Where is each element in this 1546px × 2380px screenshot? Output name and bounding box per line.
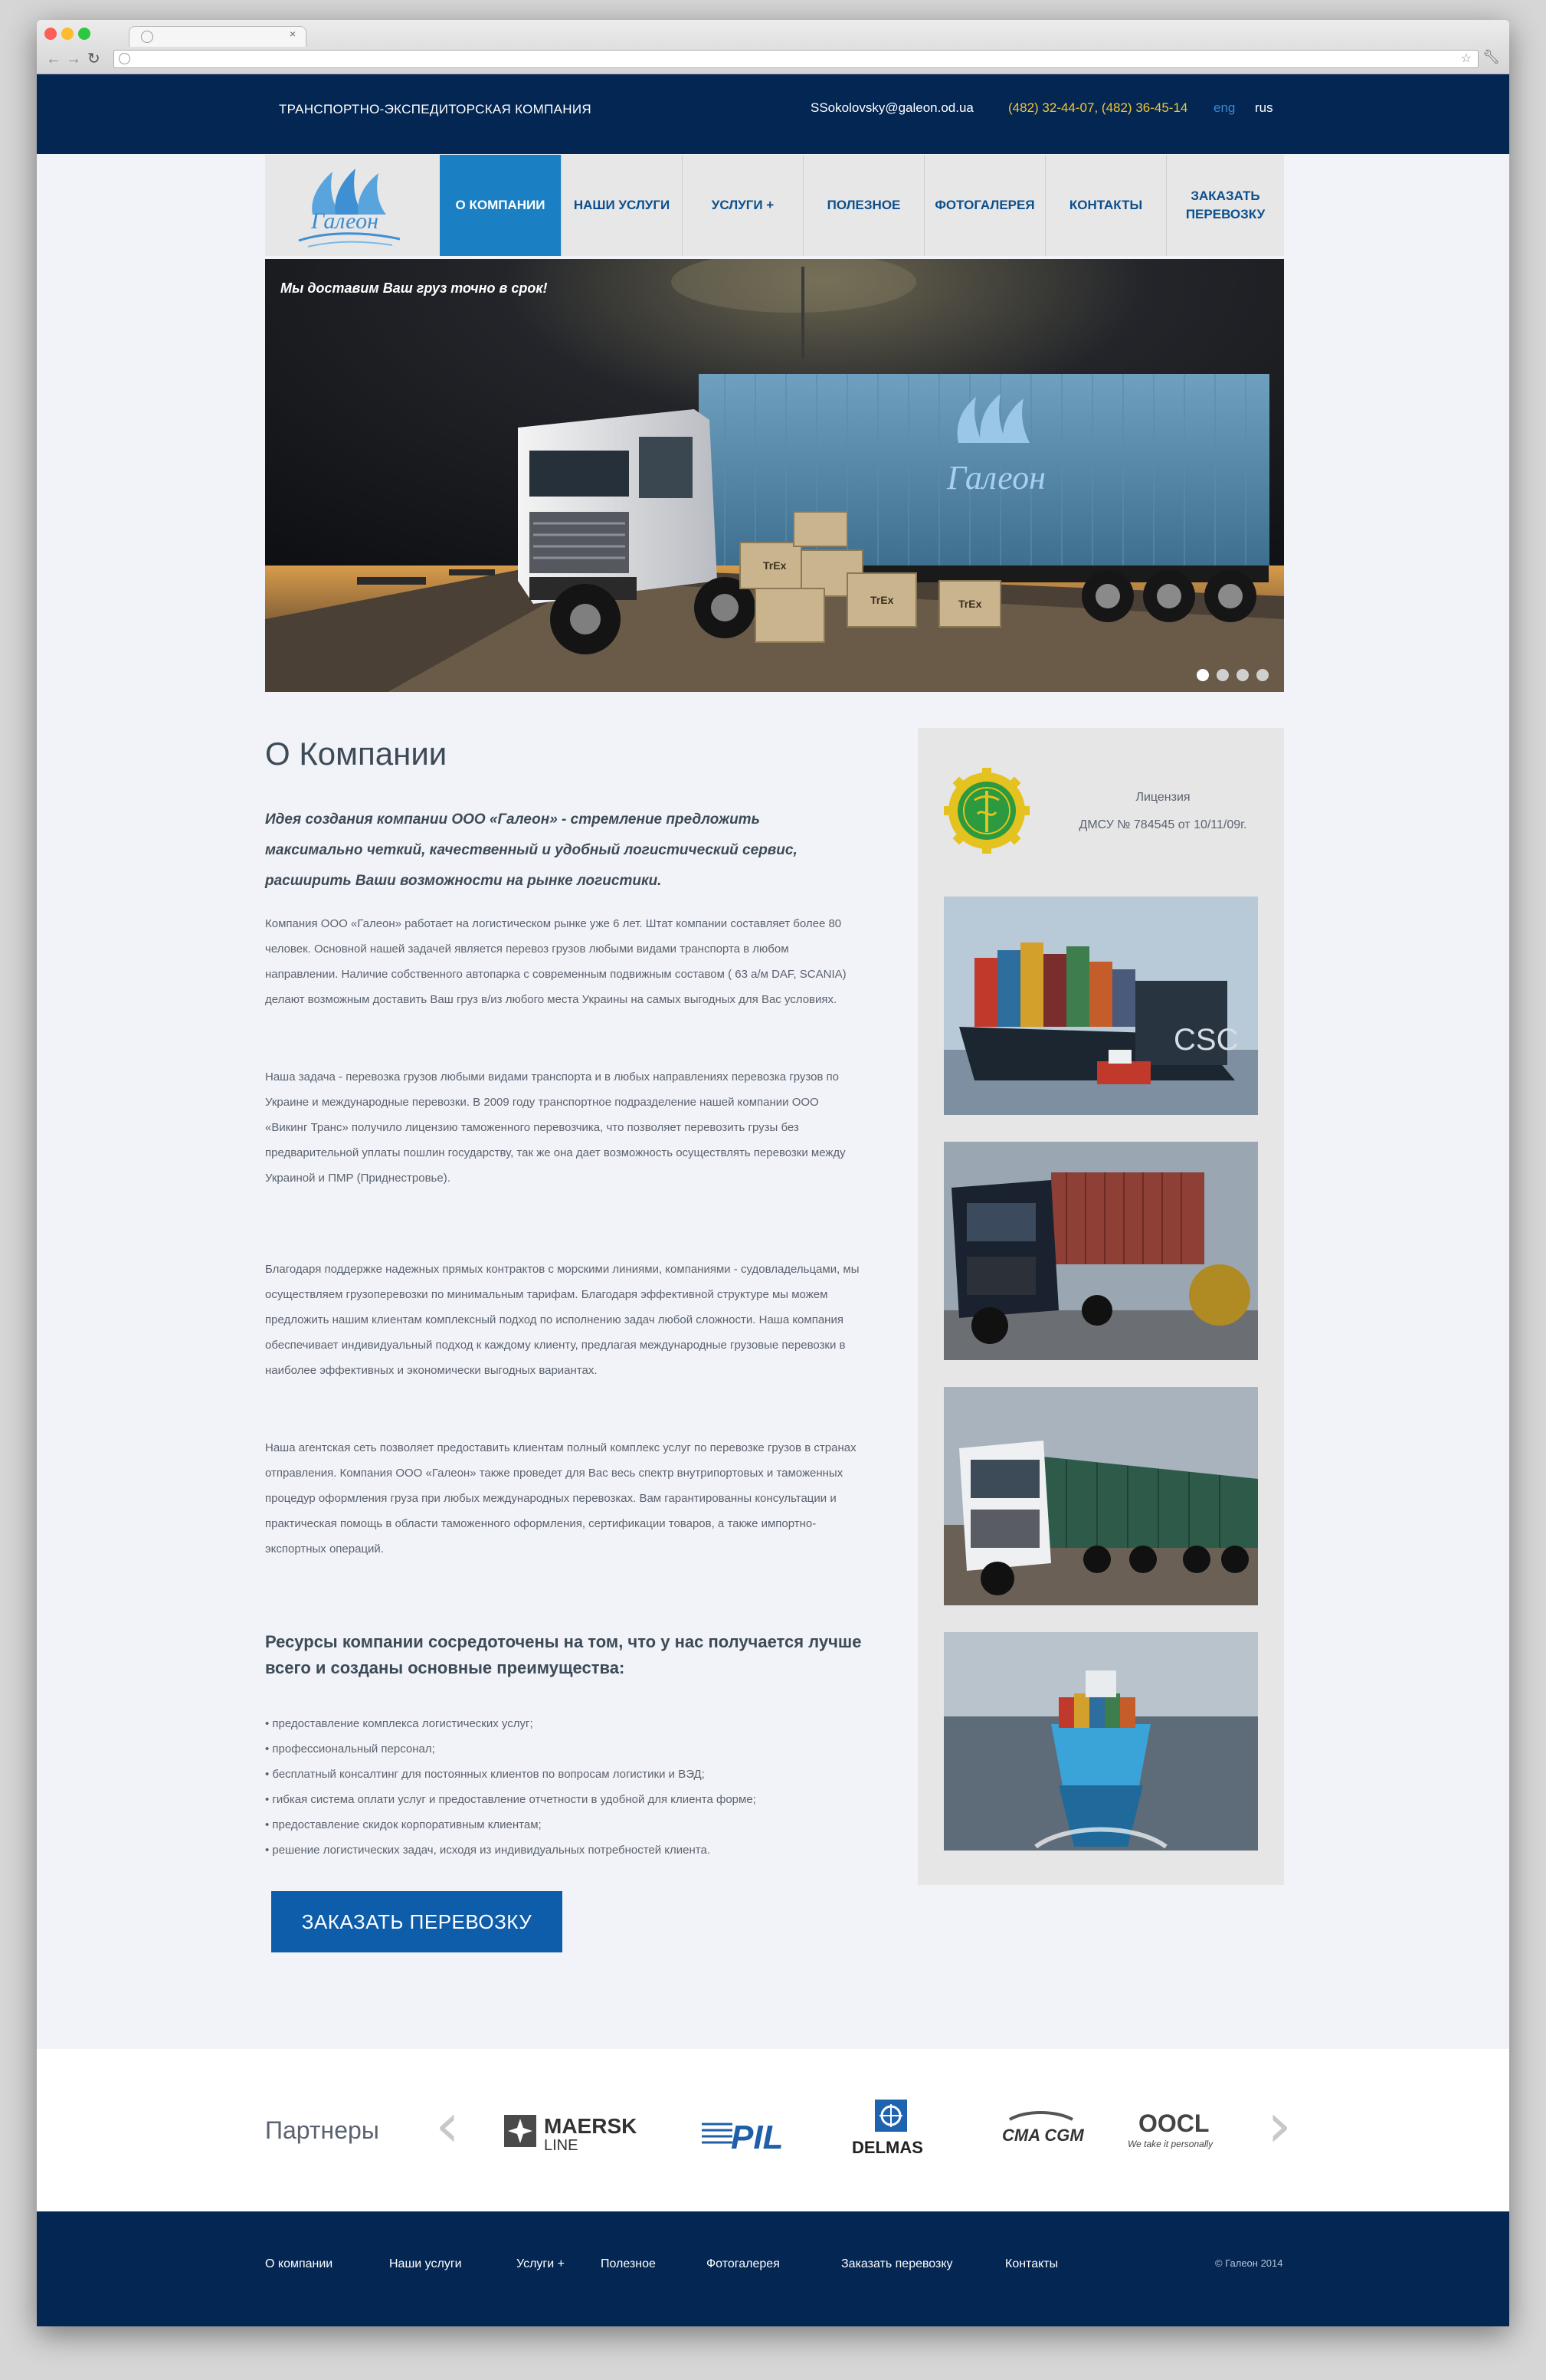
footer-link-order[interactable]: Заказать перевозку — [841, 2257, 953, 2271]
body-paragraph: Наша агентская сеть позволяет предостави… — [265, 1441, 857, 1556]
delmas-text: DELMAS — [852, 2138, 923, 2157]
company-logo[interactable]: Галеон — [265, 155, 440, 256]
footer: О компании Наши услуги Услуги + Полезное… — [37, 2211, 1509, 2326]
maersk-line-text: LINE — [544, 2137, 578, 2154]
body-paragraph: Компания ООО «Галеон» работает на логист… — [265, 917, 847, 1006]
lead-paragraph: Идея создания компании ООО «Галеон» - ст… — [265, 811, 798, 889]
ship-at-sea-photo[interactable] — [944, 1632, 1258, 1851]
container-logo-text: Галеон — [946, 459, 1046, 497]
logo-text: Галеон — [311, 208, 378, 234]
phone-numbers: (482) 32-44-07, (482) 36-45-14 — [1008, 100, 1188, 115]
copyright: © Галеон 2014 — [1215, 2257, 1283, 2269]
nav-our-services[interactable]: НАШИ УСЛУГИ — [561, 155, 682, 256]
hero-truck-image: Галеон TrEx TrEx TrEx — [265, 259, 1284, 692]
sidebar: Лицензия ДМСУ № 784545 от 10/11/09г. CSC — [918, 728, 1284, 1885]
license-emblem-icon — [944, 768, 1030, 854]
partner-logo-oocl[interactable]: OOCL We take it personally — [1117, 2093, 1240, 2162]
slider-dot[interactable] — [1197, 669, 1209, 681]
partners-next-arrow[interactable]: › — [1267, 2095, 1292, 2156]
page-title: О Компании — [265, 736, 447, 772]
nav-about[interactable]: О КОМПАНИИ — [440, 155, 561, 256]
list-item: • бесплатный консалтинг для постоянных к… — [265, 1768, 705, 1781]
browser-tab[interactable] — [129, 26, 306, 47]
road-train-photo[interactable] — [944, 1387, 1258, 1605]
bookmark-star-icon[interactable]: ☆ — [1461, 51, 1472, 66]
hero-slider[interactable]: Галеон TrEx TrEx TrEx Мы доставим Ваш гр… — [265, 259, 1284, 692]
address-bar[interactable]: ☆ — [113, 50, 1479, 68]
footer-link-contacts[interactable]: Контакты — [1005, 2257, 1058, 2271]
footer-link-services-plus[interactable]: Услуги + — [516, 2257, 565, 2271]
footer-link-about[interactable]: О компании — [265, 2257, 332, 2271]
lang-eng-link[interactable]: eng — [1214, 100, 1235, 116]
minimize-window-button[interactable] — [61, 28, 74, 40]
partners-prev-arrow[interactable]: ‹ — [435, 2095, 460, 2156]
back-arrow-icon[interactable]: ← — [46, 51, 61, 67]
pil-text: PIL — [731, 2119, 783, 2156]
hero-caption: Мы доставим Ваш груз точно в срок! — [280, 280, 548, 296]
top-bar: ТРАНСПОРТНО-ЭКСПЕДИТОРСКАЯ КОМПАНИЯ SSok… — [37, 74, 1509, 154]
maersk-text: MAERSK — [544, 2114, 637, 2138]
license-number: ДМСУ № 784545 от 10/11/09г. — [1079, 818, 1247, 831]
reload-icon[interactable]: ↻ — [87, 51, 100, 67]
partners-section: Партнеры ‹ › MAERSK LINE PIL DELMAS CMA … — [37, 2049, 1509, 2211]
galleon-sails-icon — [298, 169, 401, 248]
browser-chrome: × ← → ↻ ☆ 🔧︎ — [37, 20, 1509, 74]
box-label: TrEx — [958, 598, 982, 610]
advantages-list: • предоставление комплекса логистических… — [265, 1711, 756, 1863]
box-label: TrEx — [763, 559, 787, 572]
cma-text: CMA CGM — [1002, 2126, 1084, 2145]
list-item: • предоставление комплекса логистических… — [265, 1717, 533, 1730]
body-paragraph: Благодаря поддержке надежных прямых конт… — [265, 1263, 860, 1377]
oocl-text: OOCL — [1138, 2110, 1209, 2137]
company-tagline: ТРАНСПОРТНО-ЭКСПЕДИТОРСКАЯ КОМПАНИЯ — [279, 102, 591, 116]
list-item: • решение логистических задач, исходя из… — [265, 1844, 711, 1857]
list-item: • предоставление скидок корпоративным кл… — [265, 1818, 542, 1831]
nav-services-plus[interactable]: УСЛУГИ + — [682, 155, 803, 256]
partners-title: Партнеры — [265, 2116, 379, 2144]
partner-logo-delmas[interactable]: DELMAS — [841, 2093, 941, 2162]
body-paragraph: Наша задача - перевозка грузов любыми ви… — [265, 1070, 846, 1185]
resources-heading: Ресурсы компании сосредоточены на том, ч… — [265, 1632, 862, 1677]
partner-logo-cma-cgm[interactable]: CMA CGM — [987, 2093, 1094, 2162]
forward-arrow-icon[interactable]: → — [66, 51, 81, 67]
close-window-button[interactable] — [44, 28, 57, 40]
nav-gallery[interactable]: ФОТОГАЛЕРЕЯ — [924, 155, 1045, 256]
list-item: • профессиональный персонал; — [265, 1742, 435, 1755]
tab-favicon-icon — [141, 31, 153, 43]
lang-rus-link[interactable]: rus — [1255, 100, 1273, 116]
footer-link-services[interactable]: Наши услуги — [389, 2257, 462, 2271]
license-title: Лицензия — [1135, 791, 1191, 804]
main-nav: Галеон О КОМПАНИИ НАШИ УСЛУГИ УСЛУГИ + П… — [265, 155, 1284, 256]
slider-dots — [1197, 669, 1269, 681]
truck-container-photo[interactable] — [944, 1142, 1258, 1360]
nav-useful[interactable]: ПОЛЕЗНОЕ — [803, 155, 924, 256]
footer-link-gallery[interactable]: Фотогалерея — [706, 2257, 780, 2271]
ship-hull-text: CSC — [1174, 1023, 1238, 1057]
slider-dot[interactable] — [1236, 669, 1249, 681]
nav-contacts[interactable]: КОНТАКТЫ — [1045, 155, 1166, 256]
partner-logo-maersk[interactable]: MAERSK LINE — [496, 2093, 657, 2162]
box-label: TrEx — [870, 594, 894, 606]
slider-dot[interactable] — [1217, 669, 1229, 681]
list-item: • гибкая система оплати услуг и предоста… — [265, 1793, 756, 1806]
tab-close-icon[interactable]: × — [290, 28, 296, 40]
maximize-window-button[interactable] — [78, 28, 90, 40]
order-transport-button[interactable]: ЗАКАЗАТЬ ПЕРЕВОЗКУ — [271, 1891, 562, 1952]
settings-wrench-icon[interactable]: 🔧︎ — [1482, 49, 1500, 65]
browser-window: × ← → ↻ ☆ 🔧︎ ТРАНСПОРТНО-ЭКСПЕДИТОРСКАЯ … — [37, 20, 1509, 2326]
page-icon — [119, 53, 130, 64]
slider-dot[interactable] — [1256, 669, 1269, 681]
partner-logo-pil[interactable]: PIL — [694, 2093, 801, 2162]
nav-order[interactable]: ЗАКАЗАТЬ ПЕРЕВОЗКУ — [1166, 155, 1284, 256]
footer-link-useful[interactable]: Полезное — [601, 2257, 656, 2271]
container-ship-photo[interactable]: CSC — [944, 897, 1258, 1115]
email-link[interactable]: SSokolovsky@galeon.od.ua — [811, 100, 974, 116]
oocl-tagline: We take it personally — [1128, 2139, 1214, 2149]
